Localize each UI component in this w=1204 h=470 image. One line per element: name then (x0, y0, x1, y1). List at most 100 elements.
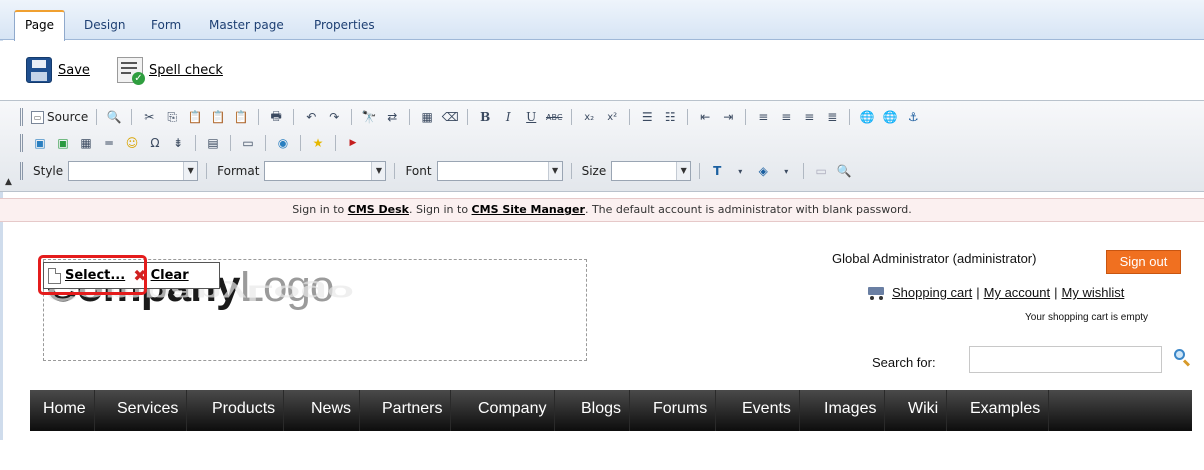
insert-form-icon[interactable]: ▭ (239, 134, 257, 152)
save-icon (26, 57, 52, 83)
image-icon[interactable]: ▣ (31, 134, 49, 152)
bold-button[interactable]: B (476, 108, 494, 126)
spell-check-icon: ✓ (117, 57, 145, 85)
table-icon[interactable]: ▦ (77, 134, 95, 152)
size-dropdown[interactable]: ▼ (611, 161, 692, 181)
widget-star-icon[interactable]: ★ (309, 134, 327, 152)
font-dropdown[interactable]: ▼ (436, 161, 563, 181)
tab-properties[interactable]: Properties (304, 12, 385, 40)
maximize-icon[interactable]: ▭ (812, 162, 830, 180)
print-icon[interactable]: 🖶 (267, 108, 285, 126)
strikethrough-button[interactable]: ABC (545, 108, 563, 126)
nav-item-home[interactable]: Home (35, 390, 95, 431)
my-account-link[interactable]: My account (984, 285, 1050, 300)
remove-format-icon[interactable]: ⌫ (441, 108, 459, 126)
tab-bar: Page Design Form Master page Properties (0, 0, 1204, 41)
save-button[interactable]: Save (26, 57, 90, 83)
shopping-cart-link[interactable]: Shopping cart (892, 285, 972, 300)
cart-separator: | (976, 285, 980, 300)
signin-info-bar: Sign in to CMS Desk. Sign in to CMS Site… (0, 198, 1204, 222)
tab-design[interactable]: Design (74, 12, 135, 40)
collapse-toolbar-icon[interactable]: ▲ (5, 177, 12, 187)
chevron-down-icon: ▼ (371, 162, 386, 180)
chevron-down-icon[interactable]: ▾ (777, 162, 795, 180)
sign-out-button[interactable]: Sign out (1106, 250, 1181, 274)
underline-button[interactable]: U (522, 108, 540, 126)
text-color-icon[interactable]: T (708, 162, 726, 180)
search-input[interactable] (969, 346, 1162, 373)
unlink-icon[interactable]: 🌐 (881, 108, 899, 126)
undo-icon[interactable]: ↶ (302, 108, 320, 126)
horizontal-rule-icon[interactable]: ═ (100, 134, 118, 152)
redo-icon[interactable]: ↷ (325, 108, 343, 126)
replace-icon[interactable]: ⇄ (383, 108, 401, 126)
align-center-icon[interactable]: ≡ (777, 108, 795, 126)
anchor-icon[interactable]: ⚓ (904, 108, 922, 126)
nav-item-partners[interactable]: Partners (374, 390, 452, 431)
smiley-icon[interactable]: ☺ (123, 134, 141, 152)
bulleted-list-icon[interactable]: ☷ (661, 108, 679, 126)
toolbar-row-3: Style ▼ Format ▼ Font ▼ Size ▼ T ▾ ◈ ▾ ▭… (20, 159, 853, 183)
media-icon[interactable]: ◉ (274, 134, 292, 152)
nav-item-images[interactable]: Images (816, 390, 886, 431)
format-dropdown[interactable]: ▼ (264, 161, 387, 181)
italic-button[interactable]: I (499, 108, 517, 126)
search-label: Search for: (872, 355, 936, 370)
nav-item-examples[interactable]: Examples (962, 390, 1050, 431)
align-left-icon[interactable]: ≡ (754, 108, 772, 126)
nav-item-forums[interactable]: Forums (645, 390, 717, 431)
find-icon[interactable]: 🔭 (360, 108, 378, 126)
outdent-icon[interactable]: ⇤ (696, 108, 714, 126)
nav-item-company[interactable]: Company (470, 390, 556, 431)
tab-master-page[interactable]: Master page (199, 12, 294, 40)
chevron-down-icon[interactable]: ▾ (731, 162, 749, 180)
nav-item-wiki[interactable]: Wiki (900, 390, 948, 431)
save-label: Save (58, 62, 90, 78)
clear-image-button[interactable]: Clear (151, 268, 189, 283)
cart-links: Shopping cart | My account | My wishlist (866, 285, 1124, 300)
nav-item-services[interactable]: Services (109, 390, 188, 431)
nav-item-news[interactable]: News (303, 390, 361, 431)
my-wishlist-link[interactable]: My wishlist (1062, 285, 1125, 300)
link-icon[interactable]: 🌐 (858, 108, 876, 126)
superscript-button[interactable]: x² (603, 108, 621, 126)
nav-item-products[interactable]: Products (204, 390, 285, 431)
chevron-down-icon: ▼ (547, 162, 562, 180)
preview-icon[interactable]: 🔍 (105, 108, 123, 126)
special-char-icon[interactable]: Ω (146, 134, 164, 152)
quick-image-icon[interactable]: ▣ (54, 134, 72, 152)
align-justify-icon[interactable]: ≣ (823, 108, 841, 126)
paste-icon[interactable]: 📋 (186, 108, 204, 126)
spell-check-button[interactable]: ✓ Spell check (117, 57, 223, 85)
cart-status-text: Your shopping cart is empty (1025, 312, 1149, 323)
paste-word-icon[interactable]: 📋 (232, 108, 250, 126)
youtube-icon[interactable]: ▶ (344, 134, 362, 152)
tab-page[interactable]: Page (14, 10, 66, 41)
source-label: Source (47, 110, 89, 124)
cms-desk-link[interactable]: CMS Desk (348, 203, 409, 216)
cms-site-manager-link[interactable]: CMS Site Manager (472, 203, 585, 216)
font-label: Font (405, 164, 432, 178)
cut-icon[interactable]: ✂ (140, 108, 158, 126)
shopping-cart-icon (866, 286, 888, 300)
show-blocks-icon[interactable]: 🔍 (835, 162, 853, 180)
inline-control-icon[interactable]: ▤ (204, 134, 222, 152)
copy-icon[interactable]: ⎘ (163, 108, 181, 126)
subscript-button[interactable]: x₂ (580, 108, 598, 126)
source-button[interactable]: ▭ Source (31, 110, 88, 124)
search-icon[interactable] (1174, 349, 1191, 367)
numbered-list-icon[interactable]: ☰ (638, 108, 656, 126)
select-all-icon[interactable]: ▦ (418, 108, 436, 126)
source-icon: ▭ (31, 110, 44, 124)
style-dropdown[interactable]: ▼ (68, 161, 199, 181)
paste-text-icon[interactable]: 📋 (209, 108, 227, 126)
indent-icon[interactable]: ⇥ (719, 108, 737, 126)
page-break-icon[interactable]: ⇟ (169, 134, 187, 152)
background-color-icon[interactable]: ◈ (754, 162, 772, 180)
align-right-icon[interactable]: ≡ (800, 108, 818, 126)
format-label: Format (217, 164, 260, 178)
nav-item-events[interactable]: Events (734, 390, 800, 431)
nav-item-blogs[interactable]: Blogs (573, 390, 631, 431)
tab-form[interactable]: Form (141, 12, 191, 40)
toolbar-row-2: ▣ ▣ ▦ ═ ☺ Ω ⇟ ▤ ▭ ◉ ★ ▶ (20, 131, 362, 155)
